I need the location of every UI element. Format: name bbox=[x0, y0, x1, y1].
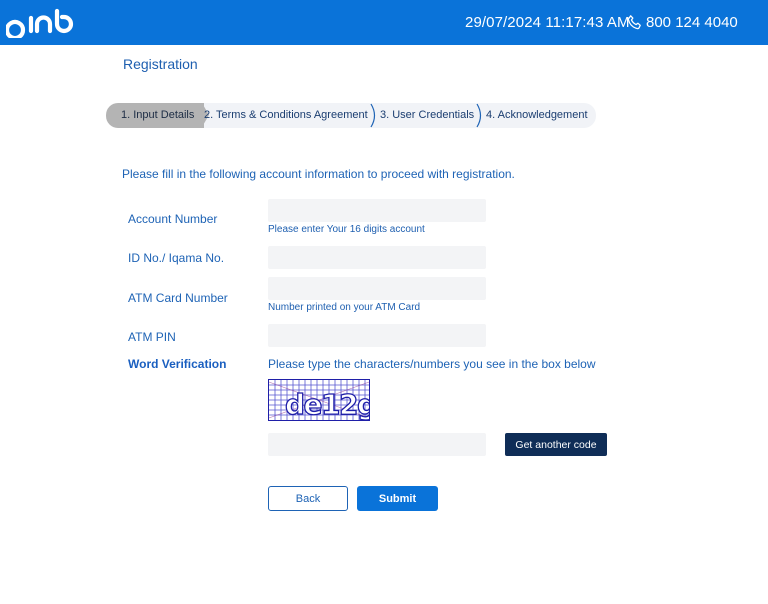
back-button[interactable]: Back bbox=[268, 486, 348, 511]
phone-number[interactable]: 800 124 4040 bbox=[646, 14, 738, 31]
anb-logo[interactable]: anb bbox=[6, 4, 76, 38]
account-number-label: Account Number bbox=[128, 212, 218, 226]
atm-card-input[interactable] bbox=[268, 277, 486, 300]
submit-button[interactable]: Submit bbox=[357, 486, 438, 511]
step-acknowledgement: 4. Acknowledgement bbox=[486, 109, 588, 121]
step-terms-conditions: 2. Terms & Conditions Agreement bbox=[204, 109, 368, 121]
step-input-details: 1. Input Details bbox=[106, 103, 204, 128]
step-user-credentials: 3. User Credentials bbox=[380, 109, 475, 121]
account-number-input[interactable] bbox=[268, 199, 486, 222]
captcha-image: de12g bbox=[268, 379, 370, 421]
atm-pin-label: ATM PIN bbox=[128, 330, 176, 344]
get-another-code-button[interactable]: Get another code bbox=[505, 433, 607, 456]
step-separator-chevron bbox=[370, 103, 376, 128]
phone-icon bbox=[627, 15, 641, 30]
atm-pin-input[interactable] bbox=[268, 324, 486, 347]
step-indicator: 1. Input Details 2. Terms & Conditions A… bbox=[106, 103, 596, 128]
account-number-hint: Please enter Your 16 digits account bbox=[268, 224, 425, 235]
atm-card-hint: Number printed on your ATM Card bbox=[268, 302, 421, 313]
captcha-input[interactable] bbox=[268, 433, 486, 456]
word-verification-label: Word Verification bbox=[128, 357, 227, 371]
current-datetime: 29/07/2024 11:17:43 AM bbox=[465, 14, 630, 31]
page-title: Registration bbox=[123, 56, 198, 72]
step-separator-chevron bbox=[476, 103, 482, 128]
id-number-label: ID No./ Iqama No. bbox=[128, 251, 225, 265]
top-bar: anb 29/07/2024 11:17:43 AM 800 124 4040 bbox=[0, 0, 768, 45]
verification-instruction: Please type the characters/numbers you s… bbox=[268, 357, 596, 371]
captcha-text: de12g bbox=[285, 388, 369, 420]
id-number-input[interactable] bbox=[268, 246, 486, 269]
form-instructions: Please fill in the following account inf… bbox=[122, 167, 515, 181]
captcha-grid: de12g bbox=[269, 380, 369, 420]
atm-card-label: ATM Card Number bbox=[128, 291, 228, 305]
